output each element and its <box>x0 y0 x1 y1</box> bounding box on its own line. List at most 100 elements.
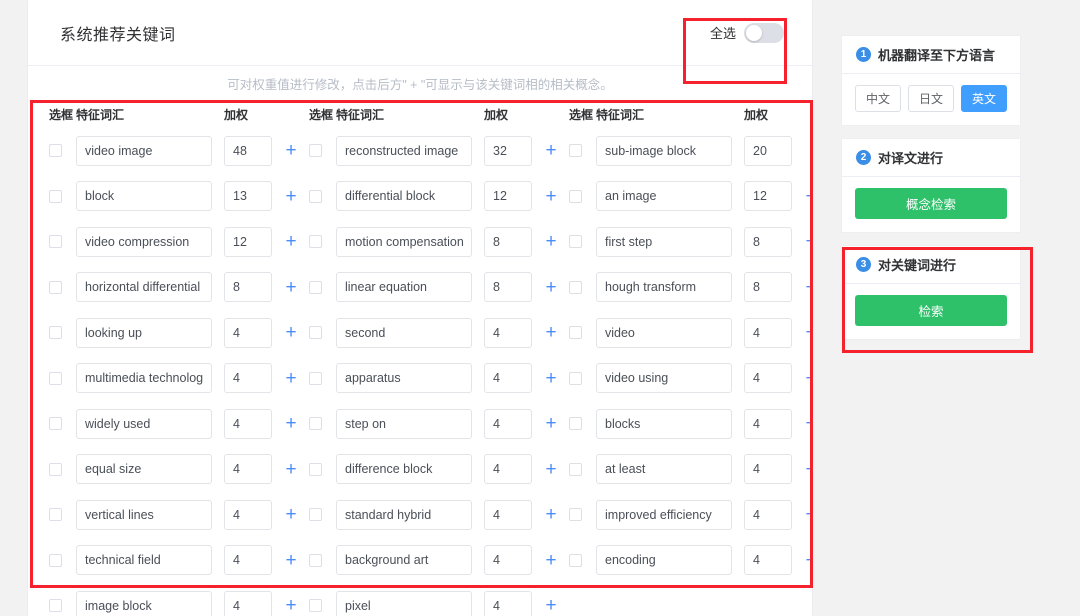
plus-icon[interactable]: + <box>805 414 812 433</box>
plus-icon[interactable]: + <box>805 232 812 251</box>
row-checkbox[interactable] <box>309 553 322 567</box>
term-input[interactable] <box>336 545 472 576</box>
plus-icon[interactable]: + <box>545 278 556 297</box>
row-checkbox[interactable] <box>49 280 62 294</box>
row-checkbox[interactable] <box>569 235 582 249</box>
plus-icon[interactable]: + <box>545 369 556 388</box>
row-checkbox[interactable] <box>569 280 582 294</box>
plus-icon[interactable]: + <box>285 596 296 615</box>
row-checkbox[interactable] <box>309 508 322 522</box>
plus-icon[interactable]: + <box>805 278 812 297</box>
row-checkbox[interactable] <box>309 371 322 385</box>
row-checkbox[interactable] <box>309 417 322 431</box>
plus-icon[interactable]: + <box>805 369 812 388</box>
term-input[interactable] <box>596 454 732 485</box>
plus-icon[interactable]: + <box>545 323 556 342</box>
plus-icon[interactable]: + <box>545 141 556 160</box>
language-button-2[interactable]: 日文 <box>908 85 954 112</box>
weight-input[interactable] <box>224 272 272 303</box>
weight-input[interactable] <box>484 226 532 257</box>
row-checkbox[interactable] <box>49 371 62 385</box>
plus-icon[interactable]: + <box>545 596 556 615</box>
row-checkbox[interactable] <box>309 144 322 158</box>
weight-input[interactable] <box>744 545 792 576</box>
weight-input[interactable] <box>484 408 532 439</box>
weight-input[interactable] <box>744 135 792 166</box>
term-input[interactable] <box>596 226 732 257</box>
plus-icon[interactable]: + <box>545 187 556 206</box>
term-input[interactable] <box>76 408 212 439</box>
weight-input[interactable] <box>744 363 792 394</box>
row-checkbox[interactable] <box>49 235 62 249</box>
row-checkbox[interactable] <box>569 326 582 340</box>
weight-input[interactable] <box>744 181 792 212</box>
term-input[interactable] <box>336 135 472 166</box>
term-input[interactable] <box>336 363 472 394</box>
weight-input[interactable] <box>484 590 532 616</box>
plus-icon[interactable]: + <box>545 232 556 251</box>
weight-input[interactable] <box>744 408 792 439</box>
weight-input[interactable] <box>224 499 272 530</box>
weight-input[interactable] <box>224 135 272 166</box>
weight-input[interactable] <box>224 408 272 439</box>
weight-input[interactable] <box>224 454 272 485</box>
term-input[interactable] <box>336 317 472 348</box>
row-checkbox[interactable] <box>49 462 62 476</box>
row-checkbox[interactable] <box>569 553 582 567</box>
term-input[interactable] <box>336 181 472 212</box>
weight-input[interactable] <box>484 363 532 394</box>
row-checkbox[interactable] <box>569 371 582 385</box>
term-input[interactable] <box>76 135 212 166</box>
term-input[interactable] <box>76 363 212 394</box>
row-checkbox[interactable] <box>569 189 582 203</box>
weight-input[interactable] <box>484 317 532 348</box>
weight-input[interactable] <box>744 317 792 348</box>
term-input[interactable] <box>76 317 212 348</box>
row-checkbox[interactable] <box>49 553 62 567</box>
weight-input[interactable] <box>744 226 792 257</box>
term-input[interactable] <box>336 272 472 303</box>
row-checkbox[interactable] <box>569 462 582 476</box>
weight-input[interactable] <box>484 545 532 576</box>
weight-input[interactable] <box>484 135 532 166</box>
plus-icon[interactable]: + <box>545 551 556 570</box>
term-input[interactable] <box>76 272 212 303</box>
plus-icon[interactable]: + <box>285 323 296 342</box>
term-input[interactable] <box>596 181 732 212</box>
term-input[interactable] <box>596 135 732 166</box>
term-input[interactable] <box>336 499 472 530</box>
plus-icon[interactable]: + <box>285 278 296 297</box>
row-checkbox[interactable] <box>569 417 582 431</box>
row-checkbox[interactable] <box>49 189 62 203</box>
weight-input[interactable] <box>744 272 792 303</box>
weight-input[interactable] <box>224 545 272 576</box>
term-input[interactable] <box>596 545 732 576</box>
row-checkbox[interactable] <box>49 508 62 522</box>
term-input[interactable] <box>596 499 732 530</box>
term-input[interactable] <box>596 317 732 348</box>
plus-icon[interactable]: + <box>285 505 296 524</box>
plus-icon[interactable]: + <box>545 414 556 433</box>
row-checkbox[interactable] <box>309 462 322 476</box>
weight-input[interactable] <box>224 363 272 394</box>
row-checkbox[interactable] <box>569 144 582 158</box>
term-input[interactable] <box>76 454 212 485</box>
row-checkbox[interactable] <box>309 599 322 613</box>
plus-icon[interactable]: + <box>285 414 296 433</box>
term-input[interactable] <box>596 408 732 439</box>
weight-input[interactable] <box>224 181 272 212</box>
row-checkbox[interactable] <box>309 189 322 203</box>
weight-input[interactable] <box>744 454 792 485</box>
plus-icon[interactable]: + <box>805 460 812 479</box>
term-input[interactable] <box>76 226 212 257</box>
weight-input[interactable] <box>224 226 272 257</box>
weight-input[interactable] <box>484 181 532 212</box>
weight-input[interactable] <box>744 499 792 530</box>
row-checkbox[interactable] <box>309 326 322 340</box>
term-input[interactable] <box>336 454 472 485</box>
select-all-control[interactable]: 全选 <box>704 20 790 46</box>
weight-input[interactable] <box>224 590 272 616</box>
row-checkbox[interactable] <box>309 280 322 294</box>
plus-icon[interactable]: + <box>805 323 812 342</box>
plus-icon[interactable]: + <box>285 369 296 388</box>
